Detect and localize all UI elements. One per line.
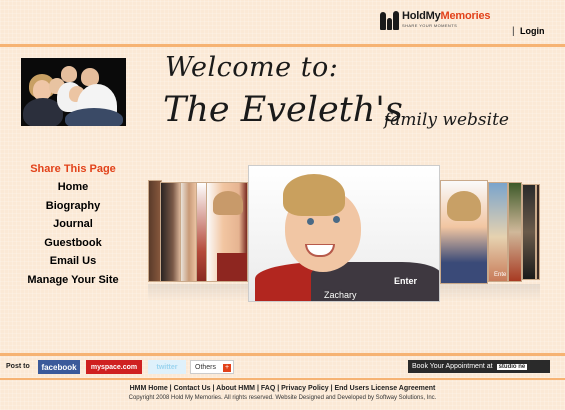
brand-part-1: Hold [402, 10, 426, 22]
welcome-heading: Welcome to: [165, 52, 339, 83]
others-label: Others [195, 363, 217, 371]
photo-carousel[interactable]: Enter Ente Zachary [148, 162, 540, 308]
site-subtitle: family website [384, 110, 509, 130]
family-photo [21, 58, 126, 126]
footer-link-contact-us[interactable]: Contact Us [174, 385, 211, 392]
carousel-tile[interactable] [522, 184, 536, 280]
footer-link-faq[interactable]: FAQ [261, 385, 275, 392]
enter-button[interactable]: Enter [394, 276, 417, 286]
family-silhouette-icon [380, 10, 400, 30]
nav-share-this-page[interactable]: Share This Page [0, 163, 146, 175]
carousel-tile[interactable] [440, 180, 488, 284]
nav-journal[interactable]: Journal [0, 218, 146, 230]
footer-link-about-hmm[interactable]: About HMM [216, 385, 255, 392]
book-appointment-banner[interactable]: Book Your Appointment at studio ne [408, 360, 550, 373]
photo-caption: Zachary [324, 290, 357, 300]
carousel-tile[interactable] [160, 182, 182, 282]
tile-enter-label[interactable]: Ente [494, 272, 506, 278]
header-separator: | [512, 26, 515, 37]
footer-link-privacy-policy[interactable]: Privacy Policy [281, 385, 328, 392]
brand-part-3: Memories [440, 10, 491, 22]
footer-link-hmm-home[interactable]: HMM Home [130, 385, 168, 392]
book-appointment-text: Book Your Appointment at [412, 363, 493, 370]
plus-icon: + [223, 364, 231, 372]
carousel-tile[interactable] [508, 182, 522, 282]
carousel-tile[interactable] [536, 184, 540, 280]
footer-link-eula[interactable]: End Users License Agreement [334, 385, 435, 392]
footer-links: HMM Home | Contact Us | About HMM | FAQ … [0, 385, 565, 392]
hold-my-memories-logo[interactable]: HoldMyMemories SHARE YOUR MOMENTS [380, 10, 490, 36]
twitter-share-button[interactable]: twitter [148, 360, 186, 374]
post-to-label: Post to [6, 363, 30, 370]
site-name: The Eveleth's [163, 90, 403, 130]
header-divider [0, 44, 565, 47]
brand-part-2: My [425, 10, 441, 22]
nav-email-us[interactable]: Email Us [0, 255, 146, 267]
login-link[interactable]: Login [520, 26, 545, 36]
facebook-share-button[interactable]: facebook [38, 360, 80, 374]
footer-divider-bottom [0, 378, 565, 380]
carousel-tile[interactable] [488, 182, 508, 282]
copyright-text: Copyright 2008 Hold My Memories. All rig… [128, 395, 437, 401]
myspace-share-button[interactable]: myspace.com [86, 360, 142, 374]
brand-text: HoldMyMemories SHARE YOUR MOMENTS [402, 10, 490, 28]
nav-guestbook[interactable]: Guestbook [0, 237, 146, 249]
footer-divider-top [0, 353, 565, 356]
nav-home[interactable]: Home [0, 181, 146, 193]
studio-logo: studio ne [496, 363, 528, 370]
others-share-button[interactable]: Others + [190, 360, 234, 374]
carousel-tile[interactable] [206, 182, 248, 282]
nav-manage-your-site[interactable]: Manage Your Site [0, 274, 146, 286]
brand-tagline: SHARE YOUR MOMENTS [402, 23, 458, 28]
nav-biography[interactable]: Biography [0, 200, 146, 212]
